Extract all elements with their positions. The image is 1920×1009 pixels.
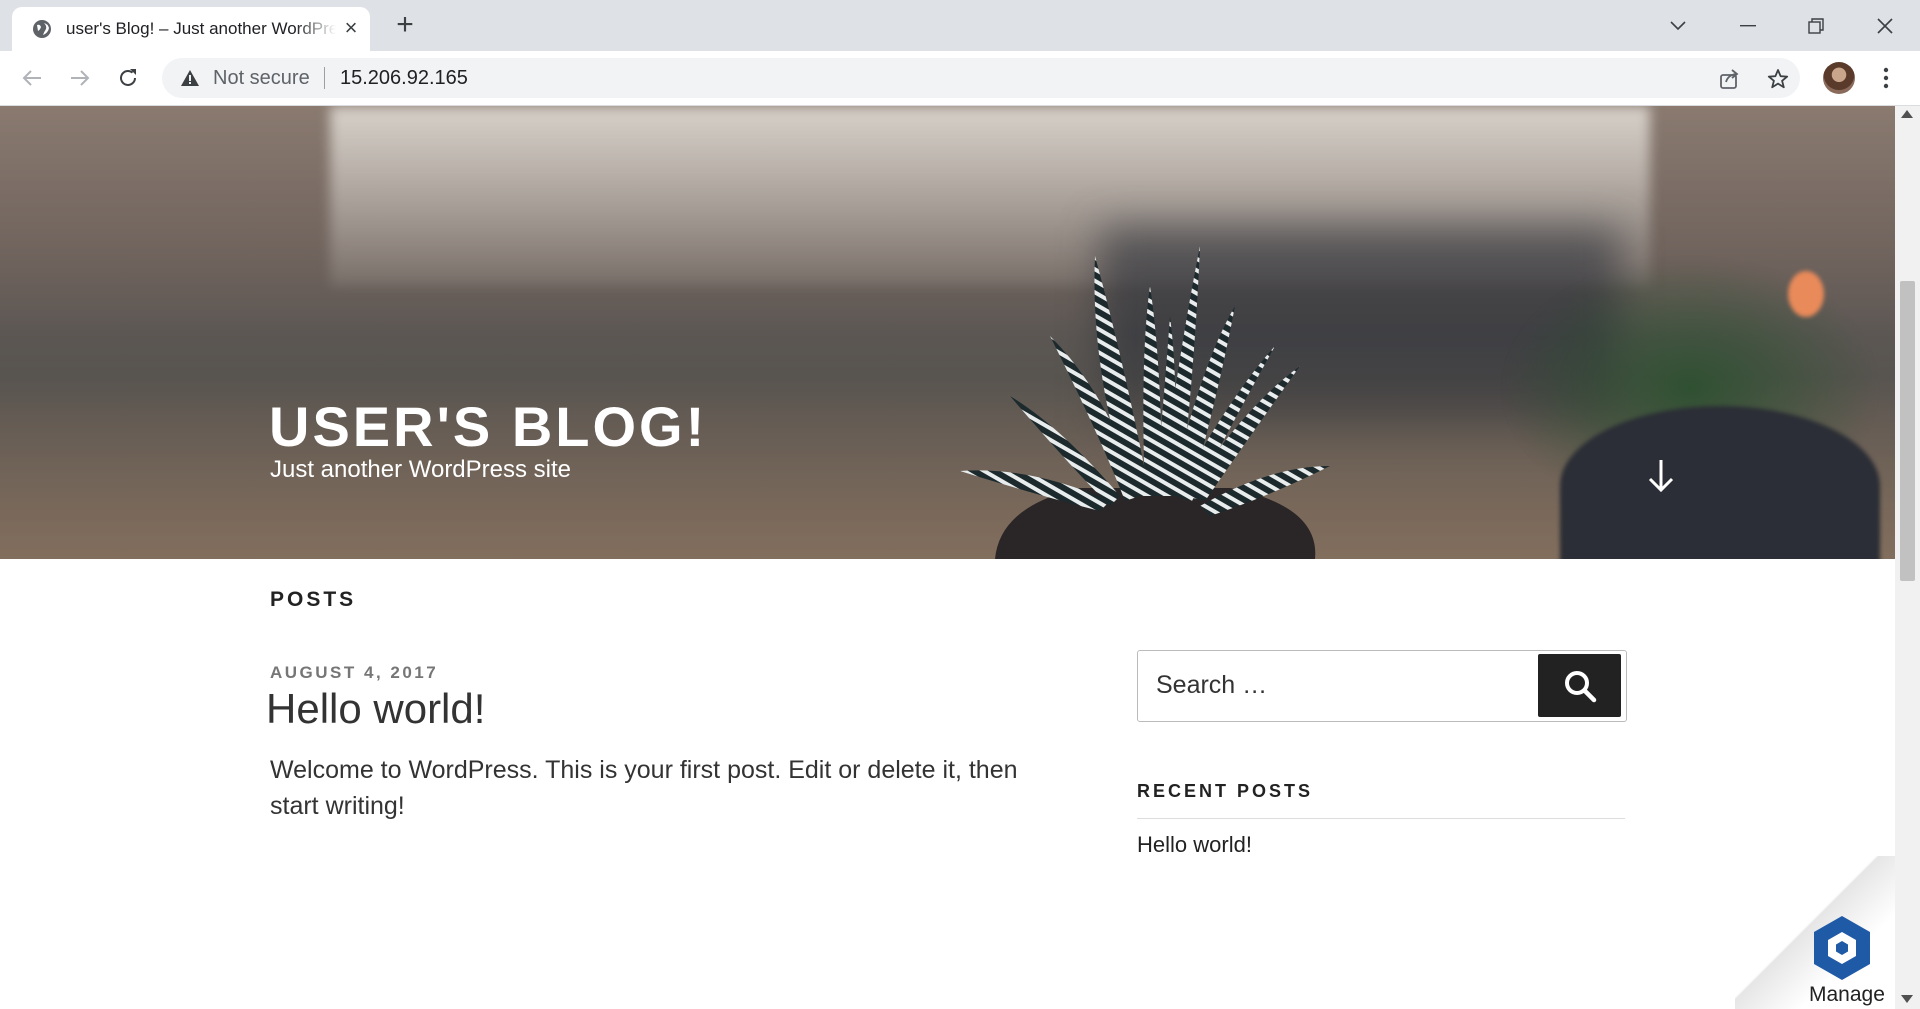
tab-title: user's Blog! – Just another WordPress si… — [66, 19, 336, 38]
tab-close-icon[interactable]: × — [340, 17, 362, 39]
post-excerpt: Welcome to WordPress. This is your first… — [270, 756, 1018, 820]
scroll-up-arrow[interactable] — [1901, 110, 1913, 118]
header-image: USER'S BLOG! Just another WordPress site — [0, 106, 1895, 559]
recent-posts-divider — [1137, 818, 1625, 819]
manage-badge[interactable]: Manage — [1735, 856, 1895, 1009]
star-icon[interactable] — [1766, 67, 1790, 91]
search-input[interactable] — [1138, 651, 1528, 719]
post-date[interactable]: AUGUST 4, 2017 — [270, 663, 438, 683]
scroll-down-arrow[interactable] — [1901, 995, 1913, 1003]
arrow-down-icon[interactable] — [1645, 456, 1677, 496]
reload-button[interactable] — [111, 61, 145, 95]
omnibox-divider — [324, 67, 325, 89]
browser-toolbar: Not secure 15.206.92.165 — [0, 51, 1920, 106]
post-title[interactable]: Hello world! — [266, 685, 485, 733]
security-status[interactable]: Not secure — [213, 67, 310, 90]
site-description: Just another WordPress site — [270, 456, 572, 483]
background-pot — [1560, 406, 1880, 559]
recent-post-link[interactable]: Hello world! — [1137, 832, 1252, 858]
browser-tab[interactable]: user's Blog! – Just another WordPress si… — [12, 7, 370, 51]
back-button[interactable] — [15, 61, 49, 95]
search-button[interactable] — [1538, 654, 1621, 717]
scroll-thumb[interactable] — [1900, 281, 1915, 581]
warning-icon[interactable] — [180, 69, 200, 87]
globe-icon — [33, 20, 51, 38]
close-window-button[interactable] — [1865, 8, 1905, 44]
background-flower — [1788, 271, 1824, 317]
minimize-button[interactable] — [1728, 8, 1768, 44]
bitnami-logo-icon — [1814, 916, 1870, 980]
new-tab-button[interactable]: + — [390, 10, 420, 40]
restore-button[interactable] — [1796, 8, 1836, 44]
manage-label: Manage — [1809, 983, 1885, 1006]
profile-avatar[interactable] — [1823, 62, 1855, 94]
forward-button[interactable] — [63, 61, 97, 95]
search-icon — [1564, 670, 1596, 702]
site-title[interactable]: USER'S BLOG! — [269, 394, 707, 459]
posts-heading: POSTS — [270, 588, 357, 611]
url-text[interactable]: 15.206.92.165 — [340, 67, 468, 90]
succulent-plant-image — [960, 246, 1330, 559]
address-bar[interactable]: Not secure 15.206.92.165 — [162, 58, 1800, 98]
share-icon[interactable] — [1717, 67, 1741, 91]
tab-search-icon[interactable] — [1658, 8, 1698, 44]
page-scrollbar[interactable] — [1895, 106, 1920, 1009]
browser-menu-icon[interactable] — [1876, 63, 1896, 93]
page-viewport: USER'S BLOG! Just another WordPress site… — [0, 106, 1920, 1009]
browser-tabstrip: user's Blog! – Just another WordPress si… — [0, 0, 1920, 51]
recent-posts-heading: RECENT POSTS — [1137, 781, 1314, 801]
